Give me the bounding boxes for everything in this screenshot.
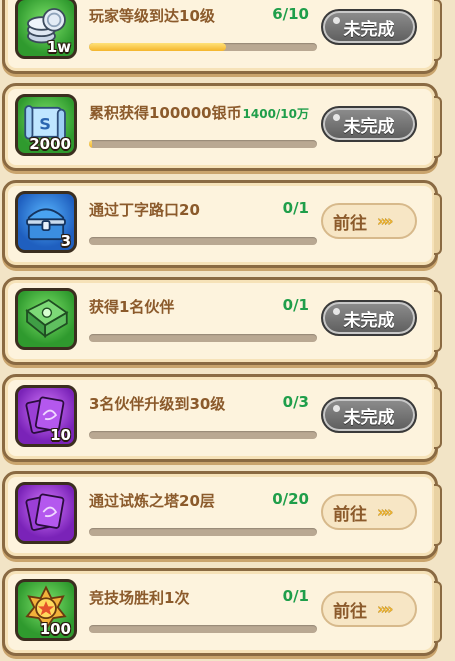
task-progress-text: 1400/10万 — [242, 107, 309, 121]
task-card: 获得1名伙伴 0/1 未完成 — [2, 277, 442, 365]
task-progress-text: 0/1 — [282, 587, 309, 605]
double-chevron-right-icon: »» — [377, 600, 393, 618]
reward-count: 1w — [46, 38, 71, 56]
task-card: 100 竞技场胜利1次 0/1 前往 »» — [2, 568, 442, 656]
progress-bar — [89, 140, 317, 148]
reward-count: 10 — [50, 426, 71, 444]
go-button-label: 前往 — [333, 601, 367, 622]
incomplete-button[interactable]: 未完成 — [321, 397, 417, 433]
task-progress-text: 0/3 — [282, 393, 309, 411]
scroll-icon: S 2000 — [15, 94, 77, 156]
progress-bar — [89, 625, 317, 633]
task-title: 3名伙伴升级到30级 — [89, 395, 226, 413]
incomplete-button[interactable]: 未完成 — [321, 9, 417, 45]
go-button[interactable]: 前往 »» — [321, 203, 417, 239]
svg-text:S: S — [39, 115, 51, 134]
reward-count: 2000 — [29, 135, 71, 153]
task-title: 获得1名伙伴 — [89, 298, 175, 316]
progress-bar — [89, 528, 317, 536]
progress-bar-fill — [89, 43, 226, 51]
double-chevron-right-icon: »» — [377, 503, 393, 521]
progress-bar — [89, 334, 317, 342]
purple-card-icon: 10 — [15, 385, 77, 447]
incomplete-button[interactable]: 未完成 — [321, 300, 417, 336]
progress-bar — [89, 431, 317, 439]
progress-bar — [89, 237, 317, 245]
task-card: 3 通过丁字路口20 0/1 前往 »» — [2, 180, 442, 268]
go-button[interactable]: 前往 »» — [321, 494, 417, 530]
treasure-chest-icon: 3 — [15, 191, 77, 253]
reward-count: 100 — [39, 620, 71, 638]
task-card: 通过试炼之塔20层 0/20 前往 »» — [2, 471, 442, 559]
task-title: 累积获得100000银币 — [89, 104, 242, 122]
task-progress-text: 0/1 — [282, 199, 309, 217]
task-progress-text: 6/10 — [272, 5, 309, 23]
task-title: 竞技场胜利1次 — [89, 589, 190, 607]
medal-icon: 100 — [15, 579, 77, 641]
purple-card-icon — [15, 482, 77, 544]
task-card: 10 3名伙伴升级到30级 0/3 未完成 — [2, 374, 442, 462]
green-book-icon — [15, 288, 77, 350]
task-title: 通过试炼之塔20层 — [89, 492, 215, 510]
task-title: 玩家等级到达10级 — [89, 7, 215, 25]
task-card: 1w 玩家等级到达10级 6/10 未完成 — [2, 0, 442, 74]
go-button-label: 前往 — [333, 504, 367, 525]
progress-bar — [89, 43, 317, 51]
task-title: 通过丁字路口20 — [89, 201, 200, 219]
silver-coins-icon: 1w — [15, 0, 77, 59]
task-progress-text: 0/1 — [282, 296, 309, 314]
progress-bar-fill — [89, 140, 93, 148]
go-button-label: 前往 — [333, 213, 367, 234]
task-progress-text: 0/20 — [272, 490, 309, 508]
reward-count: 3 — [60, 232, 71, 250]
incomplete-button[interactable]: 未完成 — [321, 106, 417, 142]
task-card: S 2000 累积获得100000银币 1400/10万 未完成 — [2, 83, 442, 171]
double-chevron-right-icon: »» — [377, 212, 393, 230]
go-button[interactable]: 前往 »» — [321, 591, 417, 627]
